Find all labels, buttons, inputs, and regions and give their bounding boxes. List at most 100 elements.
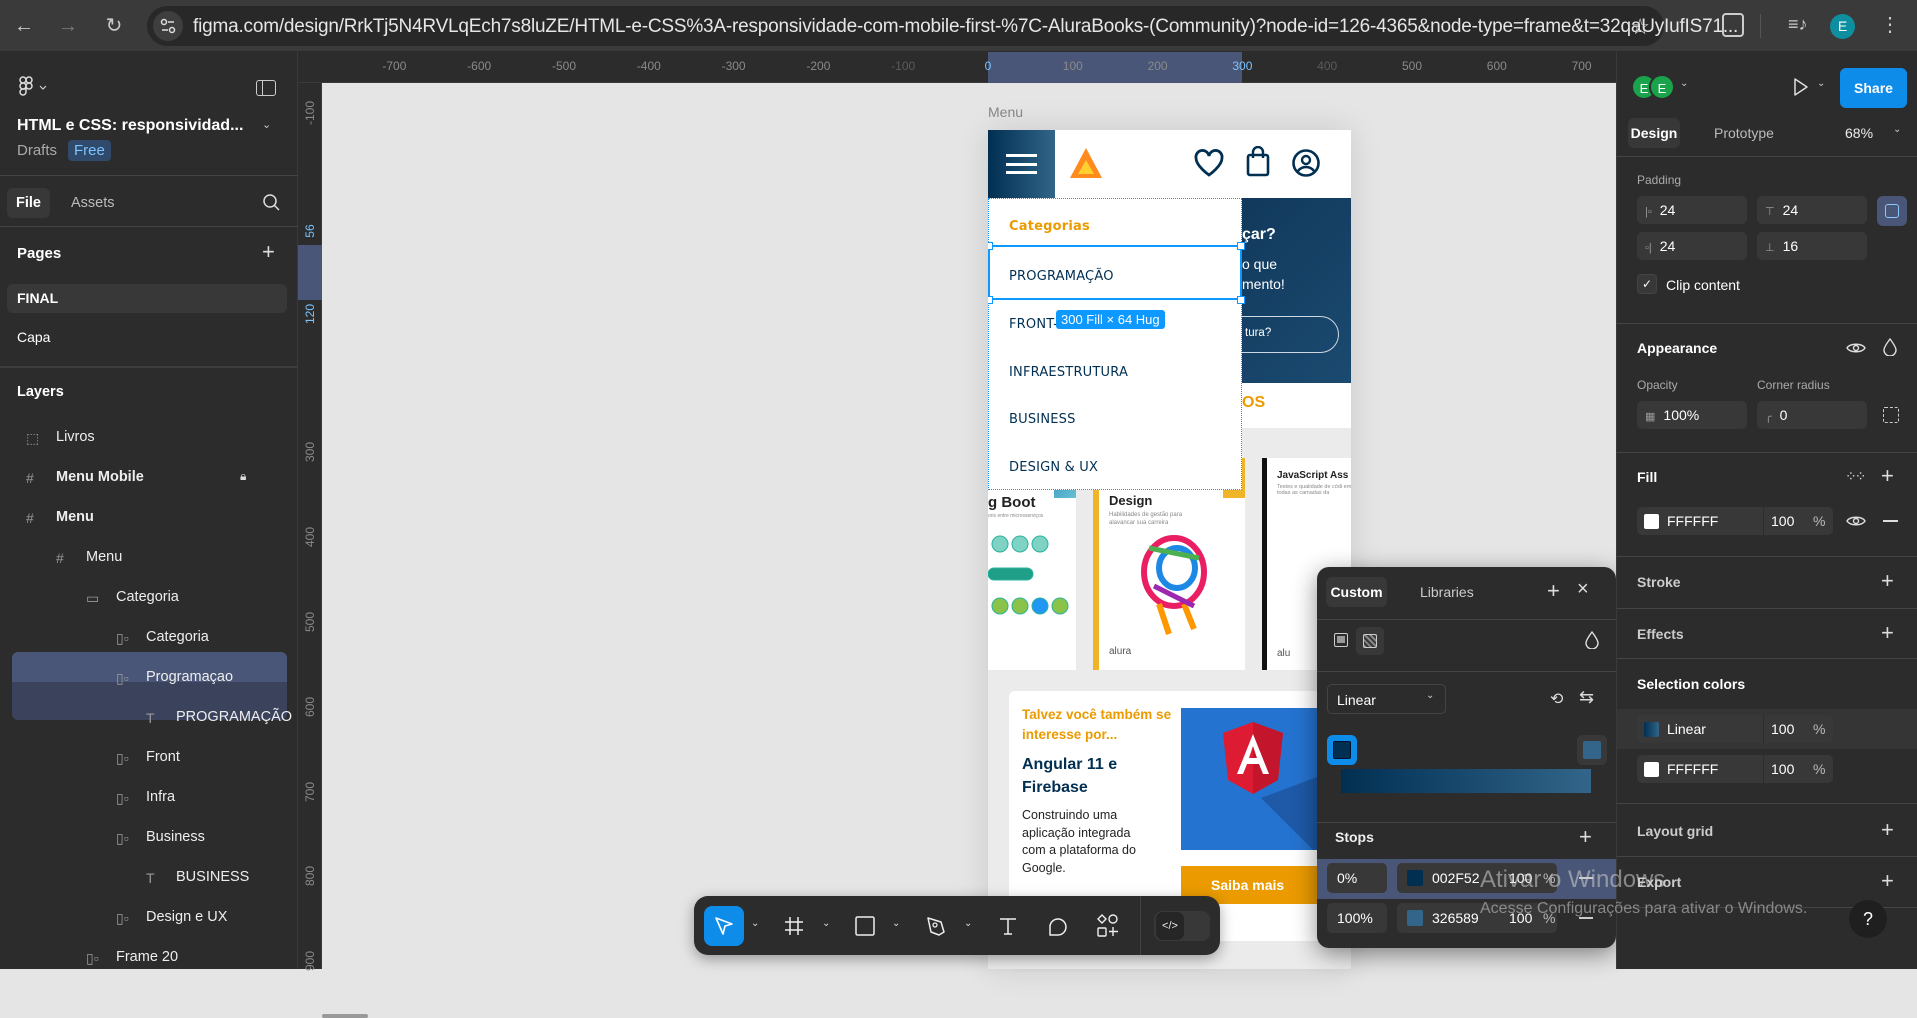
tab-file[interactable]: File <box>7 188 50 218</box>
independent-corners-icon[interactable] <box>1883 407 1899 423</box>
stop-swatch[interactable] <box>1407 910 1423 926</box>
tab-design[interactable]: Design <box>1628 118 1680 148</box>
file-location[interactable]: Drafts <box>17 142 57 159</box>
chevron-down-icon[interactable]: ⌄ <box>1893 124 1901 135</box>
url-text[interactable]: figma.com/design/RrkTj5N4RVLqEch7s8luZE/… <box>193 16 1738 38</box>
corner-radius-field[interactable]: ╭ 0 <box>1757 401 1867 429</box>
mobile-frame[interactable]: çar? o que mento! tura? OS g Boot ons en… <box>988 130 1351 969</box>
profile-avatar[interactable]: E <box>1830 14 1855 39</box>
present-play-icon[interactable] <box>1793 77 1809 97</box>
stop-hex[interactable]: 002F52 <box>1432 870 1479 886</box>
layer-item[interactable]: ▯▫ Frame 20 <box>12 938 287 978</box>
search-icon[interactable] <box>262 193 280 211</box>
share-button[interactable]: Share <box>1840 68 1907 108</box>
text-tool-button[interactable] <box>988 906 1028 946</box>
stop-hex[interactable]: 326589 <box>1432 910 1479 926</box>
fill-row[interactable]: FFFFFF 100 % <box>1637 507 1833 535</box>
menu-item-business[interactable]: BUSINESS <box>1009 412 1076 427</box>
chevron-down-icon[interactable]: ⌄ <box>1817 78 1825 89</box>
eye-icon[interactable] <box>1846 514 1866 528</box>
solid-fill-icon[interactable] <box>1334 633 1348 647</box>
layer-item[interactable]: ▯▫ Front <box>12 738 287 778</box>
selection-color-opacity[interactable]: 100 <box>1771 755 1794 783</box>
back-icon[interactable]: ← <box>12 14 36 38</box>
gradient-stop-handle[interactable] <box>1327 735 1357 765</box>
selection-color-opacity[interactable]: 100 <box>1771 715 1794 743</box>
add-effect-icon[interactable]: + <box>1881 622 1894 644</box>
chevron-down-icon[interactable]: ⌄ <box>822 918 830 929</box>
padding-left-field[interactable]: |▫ 24 <box>1637 196 1747 224</box>
selection-color-row[interactable]: FFFFFF 100 % <box>1637 755 1833 783</box>
fill-opacity[interactable]: 100 <box>1771 507 1794 535</box>
actions-button[interactable] <box>1088 906 1128 946</box>
frame-label[interactable]: Menu <box>988 104 1023 120</box>
page-item-capa[interactable]: Capa <box>17 329 50 345</box>
reload-icon[interactable]: ↻ <box>102 14 126 38</box>
fill-swatch[interactable] <box>1644 514 1659 529</box>
tab-assets[interactable]: Assets <box>71 195 115 211</box>
stop-swatch[interactable] <box>1407 870 1423 886</box>
collaborator-avatar[interactable]: E <box>1649 74 1675 100</box>
clip-content-checkbox[interactable]: ✓ <box>1637 274 1657 294</box>
address-bar[interactable]: figma.com/design/RrkTj5N4RVLqEch7s8luZE/… <box>147 6 1738 46</box>
add-style-icon[interactable]: + <box>1547 580 1560 602</box>
bookmark-star-icon[interactable]: ☆ <box>1630 14 1650 40</box>
gradient-swatch[interactable] <box>1644 722 1659 737</box>
tab-custom[interactable]: Custom <box>1326 577 1387 607</box>
layer-item[interactable]: ▯▫ Business <box>12 818 287 858</box>
layer-item[interactable]: ⬚ Livros <box>12 418 287 458</box>
horizontal-scrollbar[interactable] <box>322 1014 368 1018</box>
fill-hex[interactable]: FFFFFF <box>1667 507 1718 535</box>
page-item-final[interactable]: FINAL <box>7 284 287 313</box>
individual-padding-button[interactable] <box>1877 196 1907 226</box>
layer-item[interactable]: # Menu <box>12 538 287 578</box>
add-layout-grid-icon[interactable]: + <box>1881 819 1894 841</box>
hamburger-button[interactable] <box>988 130 1055 198</box>
layer-item[interactable]: # Menu Mobile 🔒︎ <box>12 458 287 498</box>
padding-top-field[interactable]: ⊤ 24 <box>1757 196 1867 224</box>
browser-menu-icon[interactable]: ⋮ <box>1880 12 1900 37</box>
pen-tool-button[interactable] <box>916 906 956 946</box>
layer-item[interactable]: # Menu <box>12 498 287 538</box>
menu-item-design-ux[interactable]: DESIGN & UX <box>1009 460 1098 475</box>
move-tool-button[interactable] <box>704 906 744 946</box>
gradient-fill-button[interactable] <box>1356 627 1384 655</box>
selection-color-row[interactable]: Linear 100 % <box>1637 715 1833 743</box>
styles-grid-icon[interactable]: ⁘⁘ <box>1845 468 1867 485</box>
chevron-down-icon[interactable]: ⌄ <box>262 118 271 131</box>
padding-right-field[interactable]: ▫| 24 <box>1637 232 1747 260</box>
chevron-down-icon[interactable]: ⌄ <box>964 918 972 929</box>
toggle-sidebar-icon[interactable] <box>256 80 276 96</box>
chevron-down-icon[interactable]: ⌄ <box>1680 78 1688 89</box>
eye-icon[interactable] <box>1846 341 1866 355</box>
layer-item[interactable]: T PROGRAMAÇÃO <box>12 698 292 738</box>
resize-handle[interactable] <box>1237 296 1245 304</box>
heart-icon[interactable] <box>1193 148 1225 178</box>
menu-item-infraestrutura[interactable]: INFRAESTRUTURA <box>1009 365 1128 380</box>
layer-item[interactable]: ▯▫ Programaçao <box>12 658 287 698</box>
stop-position-field[interactable]: 0% <box>1327 863 1387 893</box>
resize-handle[interactable] <box>1237 242 1245 250</box>
padding-bottom-field[interactable]: ⊥ 16 <box>1757 232 1867 260</box>
tab-libraries[interactable]: Libraries <box>1420 584 1474 600</box>
forward-icon[interactable]: → <box>56 14 80 38</box>
comment-tool-button[interactable] <box>1038 906 1078 946</box>
resize-handle[interactable] <box>988 296 993 304</box>
resize-handle[interactable] <box>988 242 993 250</box>
selection-box[interactable] <box>988 245 1242 300</box>
layer-item[interactable]: T BUSINESS <box>12 858 287 898</box>
rectangle-tool-button[interactable] <box>845 906 885 946</box>
help-button[interactable]: ? <box>1849 900 1887 938</box>
lock-icon[interactable]: 🔒︎ <box>240 469 246 484</box>
add-fill-icon[interactable]: + <box>1881 465 1894 487</box>
dev-mode-toggle[interactable]: </> <box>1154 911 1210 941</box>
layer-item[interactable]: ▯▫ Design e UX <box>12 898 287 938</box>
add-stroke-icon[interactable]: + <box>1881 570 1894 592</box>
add-page-icon[interactable]: + <box>262 241 275 263</box>
eyedropper-drop-icon[interactable] <box>1585 631 1599 649</box>
tab-prototype[interactable]: Prototype <box>1714 125 1774 141</box>
chevron-down-icon[interactable]: ⌄ <box>892 918 900 929</box>
add-stop-icon[interactable]: + <box>1579 826 1592 848</box>
white-swatch[interactable] <box>1644 762 1659 777</box>
layer-item[interactable]: ▯▫ Infra <box>12 778 287 818</box>
